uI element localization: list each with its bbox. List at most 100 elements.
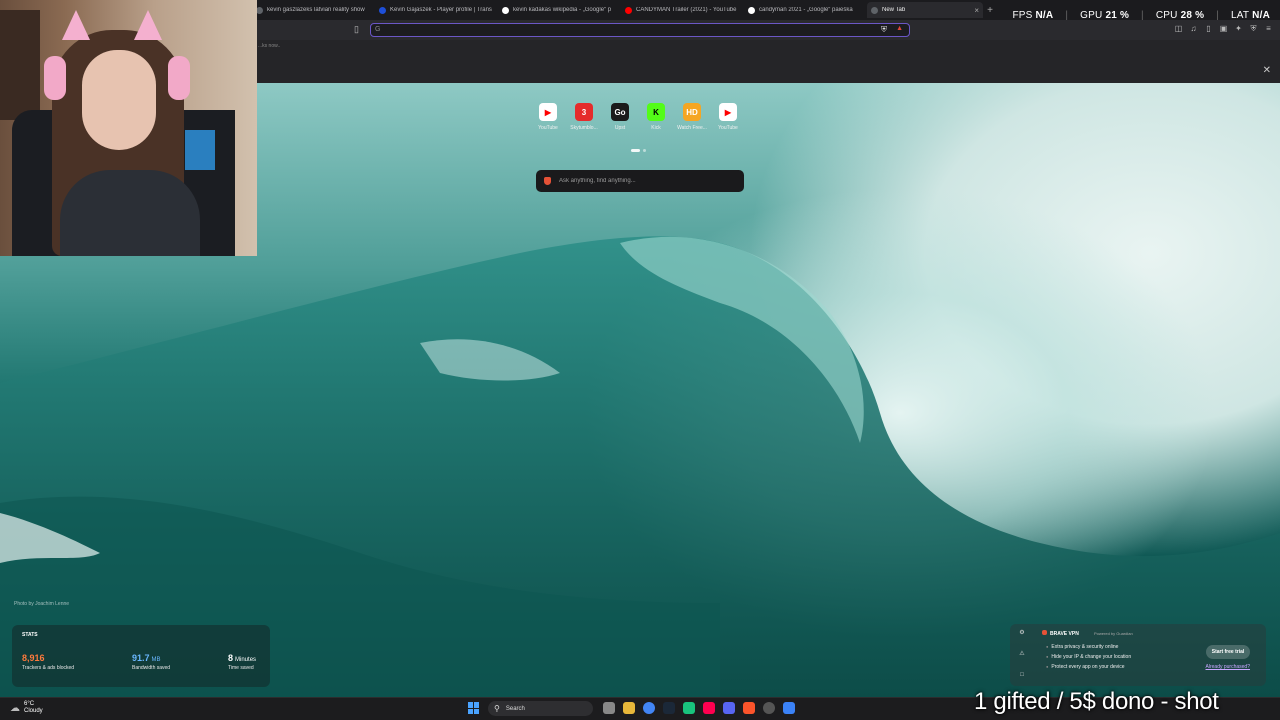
tiktok-icon[interactable]	[703, 702, 715, 714]
address-bar[interactable]: G ⛨ ▲	[370, 23, 910, 42]
tab-title: kevin gaszlazeks latvian reality show	[267, 7, 365, 13]
weather-desc: Cloudy	[24, 708, 43, 714]
stats-widget: STATS 8,916 Trackers & ads blocked 91.7 M…	[12, 625, 270, 687]
weather-widget[interactable]: ☁ 6°C Cloudy	[10, 701, 43, 715]
media-icon[interactable]: ♫	[1188, 24, 1199, 34]
tab-title: Kevin Gajaszek - Player profile | Trans	[390, 7, 492, 13]
top-site-label: Watch Free...	[677, 125, 707, 131]
browser-tab[interactable]: Kevin Gajaszek - Player profile | Trans	[375, 2, 498, 18]
tab-title: New Tab	[882, 7, 906, 13]
top-sites: ▶ YouTube 3 Skytumblo... Go Upst K Kick HD Watch …	[534, 103, 742, 131]
settings-app-icon[interactable]	[763, 702, 775, 714]
trackers-stat: 8,916 Trackers & ads blocked	[22, 653, 74, 671]
start-trial-button[interactable]: Start free trial	[1206, 645, 1250, 659]
brave-logo-icon	[544, 177, 551, 185]
top-sites-pager[interactable]	[631, 149, 646, 152]
browser-tab[interactable]: CANDYMAN Trailer (2021) - YouTube	[621, 2, 744, 18]
top-site-label: YouTube	[538, 125, 558, 131]
top-site-label: Skytumblo...	[570, 125, 598, 131]
brave-rewards-icon[interactable]: ▲	[896, 25, 903, 32]
already-purchased-link[interactable]: Already purchased?	[1206, 664, 1250, 670]
top-site-label: Kick	[651, 125, 661, 131]
bandwidth-value: 91.7	[132, 653, 150, 663]
hd-icon: HD	[683, 103, 701, 121]
bookmark-icon[interactable]: ▯	[354, 24, 364, 36]
go-icon: Go	[611, 103, 629, 121]
tab-title: kevin kadakas wikipedia - „Google“ p	[513, 7, 612, 13]
webcam-overlay	[0, 0, 257, 256]
photo-credit[interactable]: Photo by Joachim Lenne	[14, 601, 69, 607]
bookmarks-more-link[interactable]: ...ks now..	[258, 43, 280, 49]
time-stat: 8 Minutes Time saved	[228, 653, 256, 671]
trackers-desc: Trackers & ads blocked	[22, 665, 75, 671]
top-site-tile[interactable]: Go Upst	[606, 103, 634, 131]
steam-icon[interactable]	[663, 702, 675, 714]
bandwidth-desc: Bandwidth saved	[132, 665, 171, 671]
tab-favicon-icon	[625, 6, 632, 14]
site3-icon: 3	[575, 103, 593, 121]
start-button[interactable]	[468, 702, 480, 714]
app-icon[interactable]	[683, 702, 695, 714]
tab-title: CANDYMAN Trailer (2021) - YouTube	[636, 7, 737, 13]
top-site-tile[interactable]: ▶ YouTube	[714, 103, 742, 131]
tabs: kevin gaszlazeks latvian reality show Kev…	[252, 2, 997, 18]
close-icon[interactable]: ✕	[1263, 65, 1271, 76]
top-site-tile[interactable]: K Kick	[642, 103, 670, 131]
taskbar-apps	[603, 702, 795, 714]
top-site-label: Upst	[614, 125, 626, 131]
screen: kevin gaszlazeks latvian reality show Kev…	[0, 0, 1280, 720]
taskbar-search-label: Search	[505, 705, 525, 712]
time-value: 8	[228, 653, 234, 663]
vpn-feature: Extra privacy & security online	[1046, 644, 1118, 650]
tab-favicon-icon	[748, 6, 755, 14]
bandwidth-stat: 91.7 MB Bandwidth saved	[132, 653, 170, 671]
tab-favicon-icon	[379, 6, 386, 14]
weather-temp: 6°C	[24, 701, 35, 707]
google-icon: G	[375, 26, 381, 33]
top-site-label: YouTube	[718, 125, 738, 131]
tab-favicon-icon	[502, 6, 509, 14]
leo-icon[interactable]: ✦	[1233, 24, 1244, 34]
store-icon[interactable]	[783, 702, 795, 714]
tab-favicon-icon	[871, 6, 878, 14]
warning-icon[interactable]: ⚠	[1018, 650, 1026, 657]
message-icon[interactable]: □	[1018, 672, 1026, 678]
toolbar-icons: ◫ ♫ ▯ ▣ ✦ ⛨ ≡	[1173, 24, 1274, 34]
tab-favicon-icon	[256, 6, 263, 14]
browser-tab[interactable]: kevin kadakas wikipedia - „Google“ p	[498, 2, 621, 18]
stats-heading: STATS	[22, 632, 38, 638]
youtube-icon: ▶	[539, 103, 557, 121]
browser-tab[interactable]: candyman 2021 - „Google“ paieška	[744, 2, 867, 18]
youtube-icon: ▶	[719, 103, 737, 121]
browser-tab[interactable]: New Tab ×	[867, 2, 983, 18]
vpn-icon[interactable]: ⛨	[1248, 24, 1259, 34]
chrome-icon[interactable]	[643, 702, 655, 714]
time-desc: Time saved	[228, 665, 254, 671]
task-view-icon[interactable]	[603, 702, 615, 714]
browser-tab[interactable]: kevin gaszlazeks latvian reality show	[252, 2, 375, 18]
brave-icon[interactable]	[743, 702, 755, 714]
brave-shields-icon[interactable]: ⛨	[881, 25, 887, 35]
extensions-icon[interactable]: ◫	[1173, 24, 1184, 34]
top-site-tile[interactable]: HD Watch Free...	[677, 103, 707, 131]
vpn-brand: BRAVE VPN	[1050, 631, 1079, 637]
tab-title: candyman 2021 - „Google“ paieška	[759, 7, 853, 13]
kick-icon: K	[647, 103, 665, 121]
taskbar-search[interactable]: ⚲ Search	[488, 701, 593, 716]
wallet-icon[interactable]: ▣	[1218, 24, 1229, 34]
vpn-feature: Protect every app on your device	[1046, 664, 1124, 670]
stream-caption: 1 gifted / 5$ dono - shot	[974, 688, 1219, 715]
new-tab-button[interactable]: +	[983, 2, 997, 18]
search-box[interactable]	[536, 170, 744, 192]
top-site-tile[interactable]: ▶ YouTube	[534, 103, 562, 131]
discord-icon[interactable]	[723, 702, 735, 714]
top-site-tile[interactable]: 3 Skytumblo...	[570, 103, 598, 131]
settings-icon[interactable]: ⚙	[1018, 629, 1026, 636]
search-input[interactable]	[559, 178, 744, 184]
cloud-icon: ☁	[10, 702, 20, 714]
close-tab-icon[interactable]: ×	[974, 6, 979, 15]
menu-icon[interactable]: ≡	[1263, 24, 1274, 34]
file-explorer-icon[interactable]	[623, 702, 635, 714]
vpn-card: ⚙ ⚠ □ BRAVE VPN Powered by Guardian Extr…	[1010, 624, 1266, 686]
sidebar-icon[interactable]: ▯	[1203, 24, 1214, 34]
